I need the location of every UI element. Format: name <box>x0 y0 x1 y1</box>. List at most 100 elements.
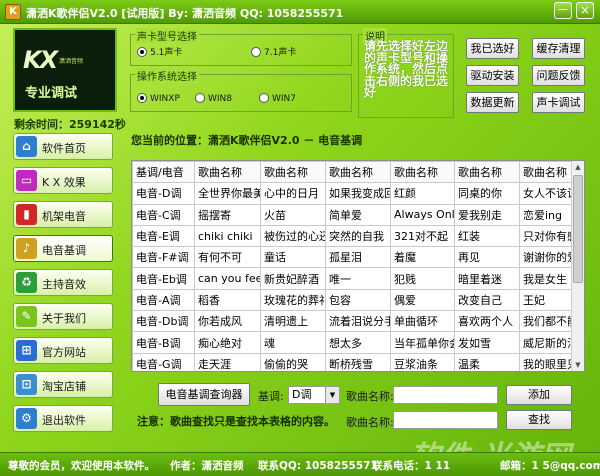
song-cell[interactable]: 火苗 <box>260 203 326 226</box>
close-button[interactable]: × <box>576 2 594 19</box>
song-cell[interactable]: 痴心绝对 <box>194 331 261 354</box>
key-query-button[interactable]: 电音基调查询器 <box>158 383 250 406</box>
nav-host-sfx[interactable]: ♻ 主持音效 <box>13 269 113 296</box>
scroll-thumb[interactable] <box>573 175 583 283</box>
column-header[interactable]: 基调/电音 <box>132 161 195 184</box>
song-cell[interactable]: 简单爱 <box>325 203 391 226</box>
song-cell[interactable]: 女人不该让 <box>519 182 574 205</box>
song-cell[interactable]: 同桌的你 <box>454 182 520 205</box>
song-cell[interactable]: chiki chiki <box>194 224 261 248</box>
song-cell[interactable]: 玫瑰花的葬礼 <box>260 288 326 312</box>
nav-electro-key[interactable]: ♪ 电音基调 <box>13 235 113 262</box>
key-cell[interactable]: 电音-Eb调 <box>132 267 195 290</box>
song-cell[interactable]: 如果我变成回 <box>325 182 391 205</box>
song-cell[interactable]: 全世界你最美 <box>194 182 261 205</box>
song-cell[interactable]: 喜欢两个人 <box>454 310 520 333</box>
table-row[interactable]: 电音-A调 稻香 玫瑰花的葬礼 包容 偶爱 改变自己 王妃 <box>132 288 574 312</box>
song-search-input[interactable] <box>393 411 498 429</box>
table-row[interactable]: 电音-B调 痴心绝对魂想太多 当年孤单你会 发如雪 威尼斯的泪 <box>132 331 574 354</box>
song-cell[interactable]: 稻香 <box>194 288 261 312</box>
song-cell[interactable]: 威尼斯的泪 <box>519 331 574 354</box>
song-cell[interactable]: 想太多 <box>325 331 391 354</box>
song-cell[interactable]: 红装 <box>454 224 520 248</box>
song-cell[interactable]: 流着泪说分手 <box>325 310 391 333</box>
song-cell[interactable]: 被伤过的心还 <box>260 224 326 248</box>
soundcard-debug-button[interactable]: 声卡调试 <box>532 92 585 113</box>
confirm-selection-button[interactable]: 我已选好 <box>466 38 519 59</box>
song-cell[interactable]: 发如雪 <box>454 331 520 354</box>
song-cell[interactable]: 谢谢你的爱 <box>519 246 574 269</box>
key-cell[interactable]: 电音-Db调 <box>132 310 195 333</box>
table-row[interactable]: 电音-D调 全世界你最美 心中的日月 如果我变成回 红颜 同桌的你 女人不该让 <box>132 182 574 205</box>
key-cell[interactable]: 电音-A调 <box>132 288 195 312</box>
key-cell[interactable]: 电音-D调 <box>132 182 195 205</box>
vertical-scrollbar[interactable]: ▲ ▼ <box>571 161 584 371</box>
radio-os-winxp[interactable]: WINXP <box>137 93 180 104</box>
song-cell[interactable]: 温柔 <box>454 352 520 371</box>
column-header[interactable]: 歌曲名称 <box>260 161 326 184</box>
table-row[interactable]: 电音-G调 走天涯 偷偷的哭 断桥残雪 豆浆油条 温柔 我的眼里只 <box>132 352 574 371</box>
song-cell[interactable]: 暗里着迷 <box>454 267 520 290</box>
minimize-button[interactable]: － <box>554 2 572 19</box>
key-cell[interactable]: 电音-E调 <box>132 224 195 248</box>
song-cell[interactable]: 清明遗上 <box>260 310 326 333</box>
column-header[interactable]: 歌曲名称 <box>454 161 520 184</box>
song-cell[interactable]: 改变自己 <box>454 288 520 312</box>
nav-website[interactable]: ⊞ 官方网站 <box>13 337 113 364</box>
song-cell[interactable]: 爱我别走 <box>454 203 520 226</box>
key-select[interactable]: D调 ▼ <box>288 386 340 404</box>
song-cell[interactable]: 红颜 <box>390 182 455 205</box>
song-cell[interactable]: 当年孤单你会 <box>390 331 455 354</box>
data-update-button[interactable]: 数据更新 <box>466 92 519 113</box>
table-row[interactable]: 电音-Db调 你若成风 清明遗上 流着泪说分手 单曲循环 喜欢两个人 我们都不能 <box>132 310 574 333</box>
table-row[interactable]: 电音-C调摇摆寄火苗简单爱Always Onlin爱我别走恋爱ing <box>132 203 574 226</box>
feedback-button[interactable]: 问题反馈 <box>532 65 585 86</box>
radio-soundcard-5-1[interactable]: 5.1声卡 <box>137 45 182 58</box>
key-cell[interactable]: 电音-B调 <box>132 331 195 354</box>
song-cell[interactable]: 心中的日月 <box>260 182 326 205</box>
table-row[interactable]: 电音-Eb调 can you feel 新贵妃醉酒 唯一 犯贱 暗里着迷 我是女生 <box>132 267 574 290</box>
song-cell[interactable]: 我们都不能 <box>519 310 574 333</box>
song-cell[interactable]: 断桥残雪 <box>325 352 391 371</box>
nav-taobao[interactable]: ⊡ 淘宝店铺 <box>13 371 113 398</box>
key-cell[interactable]: 电音-F#调 <box>132 246 195 269</box>
song-cell[interactable]: 只对你有感 <box>519 224 574 248</box>
search-button[interactable]: 查找 <box>506 410 572 430</box>
song-cell[interactable]: 你若成风 <box>194 310 261 333</box>
column-header[interactable]: 歌曲名称 <box>325 161 391 184</box>
key-cell[interactable]: 电音-C调 <box>132 203 195 226</box>
clear-cache-button[interactable]: 缓存清理 <box>532 38 585 59</box>
column-header[interactable]: 歌曲名称 <box>519 161 574 184</box>
song-cell[interactable]: 有何不可 <box>194 246 261 269</box>
song-cell[interactable]: 王妃 <box>519 288 574 312</box>
song-cell[interactable]: can you feel <box>194 267 261 290</box>
table-row[interactable]: 电音-E调 chiki chiki 被伤过的心还 突然的自我 321对不起 红装 只对你有感 <box>132 224 574 248</box>
column-header[interactable]: 歌曲名称 <box>390 161 455 184</box>
add-button[interactable]: 添加 <box>506 385 572 405</box>
driver-install-button[interactable]: 驱动安装 <box>466 65 519 86</box>
song-cell[interactable]: 包容 <box>325 288 391 312</box>
key-cell[interactable]: 电音-G调 <box>132 352 195 371</box>
song-cell[interactable]: 偶爱 <box>390 288 455 312</box>
song-cell[interactable]: 突然的自我 <box>325 224 391 248</box>
scroll-up-icon[interactable]: ▲ <box>572 161 584 173</box>
song-cell[interactable]: 新贵妃醉酒 <box>260 267 326 290</box>
nav-about[interactable]: ✎ 关于我们 <box>13 303 113 330</box>
song-cell[interactable]: 我是女生 <box>519 267 574 290</box>
song-cell[interactable]: 着魔 <box>390 246 455 269</box>
song-cell[interactable]: 唯一 <box>325 267 391 290</box>
song-cell[interactable]: 321对不起 <box>390 224 455 248</box>
song-cell[interactable]: 再见 <box>454 246 520 269</box>
nav-home[interactable]: ⌂ 软件首页 <box>13 133 113 160</box>
song-cell[interactable]: 恋爱ing <box>519 203 574 226</box>
song-cell[interactable]: Always Onlin <box>390 203 455 226</box>
song-cell[interactable]: 犯贱 <box>390 267 455 290</box>
song-cell[interactable]: 摇摆寄 <box>194 203 261 226</box>
song-cell[interactable]: 童话 <box>260 246 326 269</box>
title-bar[interactable]: K 潇洒K歌伴侣V2.0 [试用版] By: 潇洒音频 QQ: 10582555… <box>0 0 600 24</box>
nav-kx-effect[interactable]: ▭ K X 效果 <box>13 167 113 194</box>
radio-os-win8[interactable]: WIN8 <box>195 93 232 104</box>
song-table[interactable]: 基调/电音 歌曲名称 歌曲名称 歌曲名称 歌曲名称 歌曲名称 歌曲名称 电音-D… <box>131 160 585 372</box>
nav-rack-electro[interactable]: ▮ 机架电音 <box>13 201 113 228</box>
column-header[interactable]: 歌曲名称 <box>194 161 261 184</box>
